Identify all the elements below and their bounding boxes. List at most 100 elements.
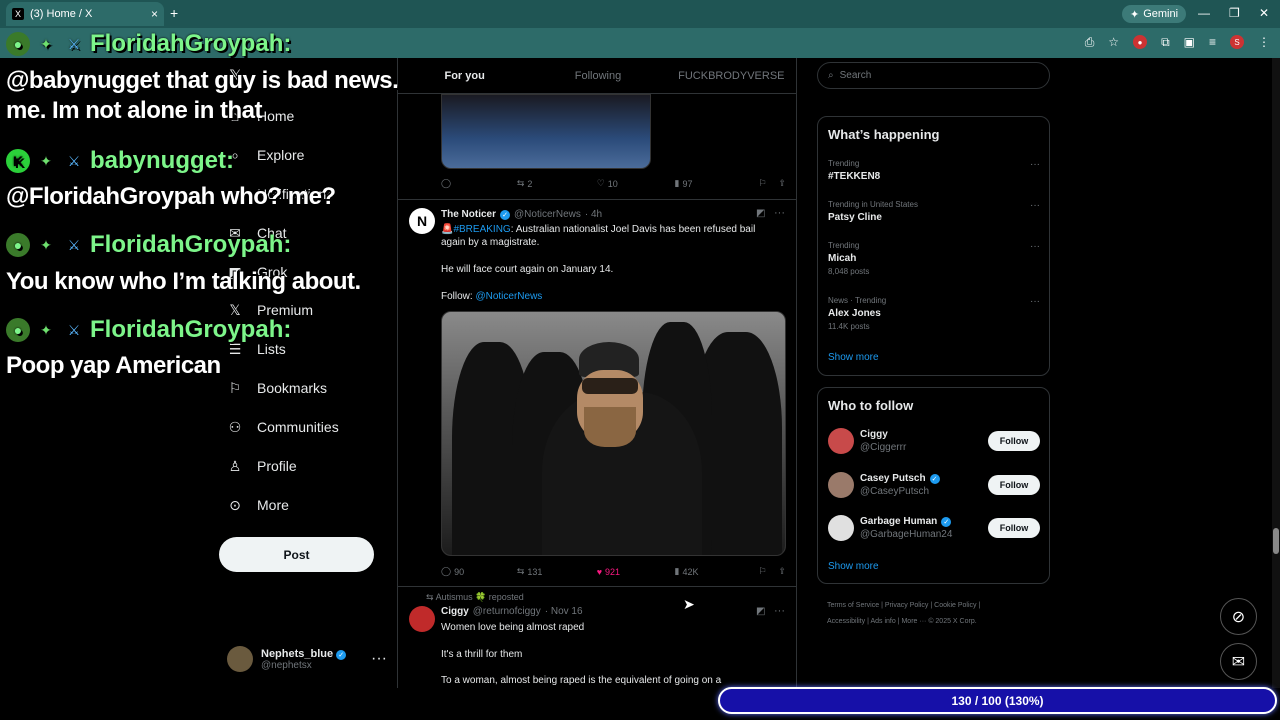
reading-list-icon[interactable]: ≡ bbox=[1209, 35, 1216, 50]
browser-tab[interactable]: X (3) Home / X × bbox=[6, 2, 164, 26]
gemini-button[interactable]: ✦ Gemini bbox=[1122, 5, 1187, 23]
adblock-extension-icon[interactable]: ● bbox=[1133, 35, 1148, 49]
trend-item[interactable]: Trending #TEKKEN8 ··· bbox=[828, 159, 1040, 182]
footer-link[interactable]: More ··· bbox=[901, 618, 926, 625]
tweet-text: He will face court again on January 14. bbox=[441, 264, 614, 275]
trend-item[interactable]: News · Trending Alex Jones 11.4K posts ··· bbox=[828, 296, 1040, 331]
follow-button[interactable]: Follow bbox=[988, 518, 1040, 538]
show-more-link[interactable]: Show more bbox=[828, 561, 879, 572]
more-dots-icon[interactable]: ··· bbox=[371, 650, 387, 668]
nav-label: More bbox=[257, 497, 289, 513]
search-icon: ⌕ bbox=[828, 70, 834, 81]
x-favicon-icon: X bbox=[12, 8, 24, 20]
minimize-icon[interactable]: — bbox=[1198, 6, 1210, 20]
scrollbar[interactable] bbox=[1272, 58, 1280, 688]
like-button[interactable]: ♥ 921 bbox=[597, 566, 675, 577]
share-icon[interactable]: ⇪ bbox=[778, 566, 786, 577]
gemini-label: Gemini bbox=[1143, 8, 1179, 20]
repost-button[interactable]: ⇆ 2 bbox=[517, 178, 597, 189]
bookmark-icon[interactable]: ⚐ bbox=[758, 178, 766, 189]
tweet-time[interactable]: · Nov 16 bbox=[545, 606, 583, 617]
trend-item[interactable]: Trending Micah 8,048 posts ··· bbox=[828, 241, 1040, 276]
tab-for-you[interactable]: For you bbox=[398, 70, 531, 82]
avatar bbox=[828, 472, 854, 498]
chat-username: ● ✦ ⚔ FloridahGroypah: bbox=[6, 30, 291, 58]
bookmark-icon[interactable]: ⚐ bbox=[758, 566, 766, 577]
grok-icon[interactable]: ◩ bbox=[756, 208, 765, 219]
tweet-header: Ciggy @returnofciggy · Nov 16 bbox=[441, 606, 583, 617]
media-icon[interactable]: ▣ bbox=[1184, 35, 1195, 50]
frog-badge-icon: ● bbox=[6, 233, 30, 257]
star-icon[interactable]: ☆ bbox=[1108, 35, 1119, 50]
more-dots-icon[interactable]: ··· bbox=[774, 207, 785, 219]
tweet-handle[interactable]: @NoticerNews bbox=[514, 209, 581, 220]
people-icon: ⚇ bbox=[228, 418, 242, 435]
share-icon[interactable]: ⇪ bbox=[778, 178, 786, 189]
tweet-text: To a woman, almost being raped is the eq… bbox=[441, 675, 722, 686]
follow-suggestion[interactable]: Casey Putsch ✓ @CaseyPutsch Follow bbox=[828, 470, 1040, 500]
like-button[interactable]: ♡ 10 bbox=[597, 178, 675, 189]
sparkle-badge-icon: ✦ bbox=[40, 152, 52, 169]
messages-fab-icon[interactable]: ✉ bbox=[1220, 643, 1257, 680]
account-handle: @nephetsx bbox=[261, 659, 312, 671]
section-title: Who to follow bbox=[828, 398, 914, 413]
more-dots-icon[interactable]: ··· bbox=[1030, 200, 1040, 211]
footer-link[interactable]: Cookie Policy bbox=[934, 602, 976, 609]
footer-link[interactable]: Ads info bbox=[870, 618, 895, 625]
chat-username: ● ✦ ⚔ FloridahGroypah: bbox=[6, 231, 291, 259]
follow-button[interactable]: Follow bbox=[988, 431, 1040, 451]
more-dots-icon[interactable]: ··· bbox=[774, 605, 785, 617]
tab-fuckbrodyverse[interactable]: FUCKBRODYVERSE bbox=[665, 70, 796, 82]
nav-profile[interactable]: ♙ Profile bbox=[227, 457, 297, 475]
views-button[interactable]: ▮ 42K bbox=[675, 566, 759, 577]
account-switcher[interactable]: Nephets_blue ✓ @nephetsx ··· bbox=[227, 644, 387, 674]
reply-button[interactable]: ◯ 90 bbox=[441, 566, 517, 577]
extensions-icon[interactable]: ⧉ bbox=[1161, 35, 1170, 50]
tab-following[interactable]: Following bbox=[531, 70, 664, 82]
sword-badge-icon: ⚔ bbox=[67, 152, 81, 169]
repost-button[interactable]: ⇆ 131 bbox=[517, 566, 597, 577]
tweet-photo[interactable] bbox=[441, 311, 786, 556]
install-icon[interactable]: ⎙ bbox=[1085, 35, 1095, 50]
verified-icon: ✓ bbox=[941, 516, 952, 527]
new-tab-icon[interactable]: + bbox=[170, 5, 178, 21]
tweet-author[interactable]: Ciggy bbox=[441, 606, 469, 617]
tweet-handle[interactable]: @returnofciggy bbox=[473, 606, 541, 617]
repost-icon: ⇆ bbox=[516, 178, 525, 188]
nav-more[interactable]: ⊙ More bbox=[227, 497, 289, 514]
who-to-follow-panel: Who to follow Ciggy @Ciggerrr Follow Case… bbox=[817, 387, 1050, 584]
footer-link[interactable]: Accessibility bbox=[827, 618, 865, 625]
more-dots-icon[interactable]: ··· bbox=[1030, 296, 1040, 307]
trend-item[interactable]: Trending in United States Patsy Cline ··· bbox=[828, 200, 1040, 223]
footer-link[interactable]: Privacy Policy bbox=[885, 602, 929, 609]
show-more-link[interactable]: Show more bbox=[828, 352, 879, 363]
grok-fab-icon[interactable]: ⊘ bbox=[1220, 598, 1257, 635]
chat-username: K ✦ ⚔ babynugget: bbox=[6, 147, 234, 175]
follow-suggestion[interactable]: Garbage Human ✓ @GarbageHuman24 Follow bbox=[828, 513, 1040, 543]
footer-link[interactable]: Terms of Service bbox=[827, 602, 879, 609]
profile-avatar-icon[interactable]: S bbox=[1230, 35, 1244, 49]
nav-communities[interactable]: ⚇ Communities bbox=[227, 418, 339, 436]
frog-badge-icon: ● bbox=[6, 318, 30, 342]
verified-icon: ✓ bbox=[929, 473, 940, 484]
tab-title: (3) Home / X bbox=[30, 8, 93, 20]
search-input[interactable]: ⌕ Search bbox=[817, 62, 1050, 89]
post-button[interactable]: Post bbox=[219, 537, 374, 572]
views-button[interactable]: ▮ 97 bbox=[675, 178, 759, 189]
follow-button[interactable]: Follow bbox=[988, 475, 1040, 495]
menu-dots-icon[interactable]: ⋮ bbox=[1258, 35, 1270, 50]
close-tab-icon[interactable]: × bbox=[151, 7, 158, 21]
section-title: What’s happening bbox=[828, 127, 940, 142]
follow-suggestion[interactable]: Ciggy @Ciggerrr Follow bbox=[828, 426, 1040, 456]
avatar[interactable] bbox=[409, 606, 435, 632]
person-icon: ♙ bbox=[228, 457, 242, 474]
avatar bbox=[227, 646, 253, 672]
close-window-icon[interactable]: ✕ bbox=[1259, 6, 1269, 20]
divider bbox=[398, 586, 796, 587]
tweet-time[interactable]: · 4h bbox=[585, 209, 602, 220]
scrollbar-thumb[interactable] bbox=[1273, 528, 1279, 554]
grok-icon[interactable]: ◩ bbox=[756, 606, 765, 617]
more-dots-icon[interactable]: ··· bbox=[1030, 159, 1040, 170]
more-dots-icon[interactable]: ··· bbox=[1030, 241, 1040, 252]
restore-icon[interactable]: ❐ bbox=[1229, 6, 1240, 20]
